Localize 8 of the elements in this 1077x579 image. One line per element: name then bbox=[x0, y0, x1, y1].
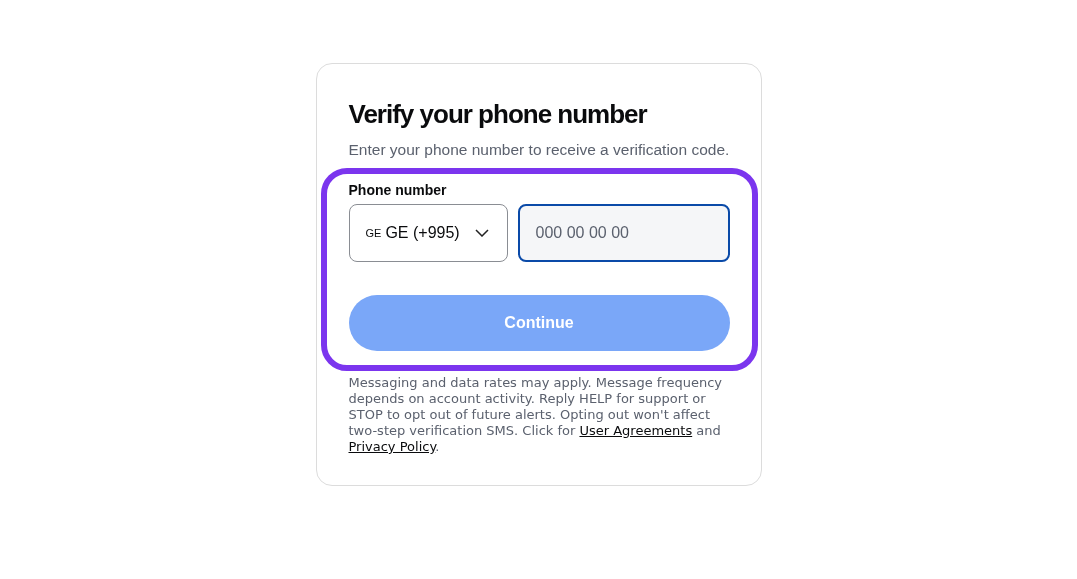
phone-input-field[interactable]: 000 00 00 00 bbox=[517, 204, 730, 262]
subtitle: Enter your phone number to receive a verification code. bbox=[348, 140, 730, 160]
chevron-down-icon bbox=[474, 229, 489, 237]
link[interactable]: User Agreements bbox=[579, 423, 693, 438]
page-title: Verify your phone number bbox=[348, 98, 649, 131]
country-select[interactable]: GE GE (+995) bbox=[348, 204, 508, 262]
field-label: Phone number bbox=[348, 182, 448, 198]
disclaimer-text: Messaging and data rates may apply. Message frequency depends on account activity. Reply HELP for support or STOP to opt out of future alerts. Opting out won't affect two-step verification SMS. Click for User Agreements and Privacy Policy. bbox=[348, 375, 723, 455]
